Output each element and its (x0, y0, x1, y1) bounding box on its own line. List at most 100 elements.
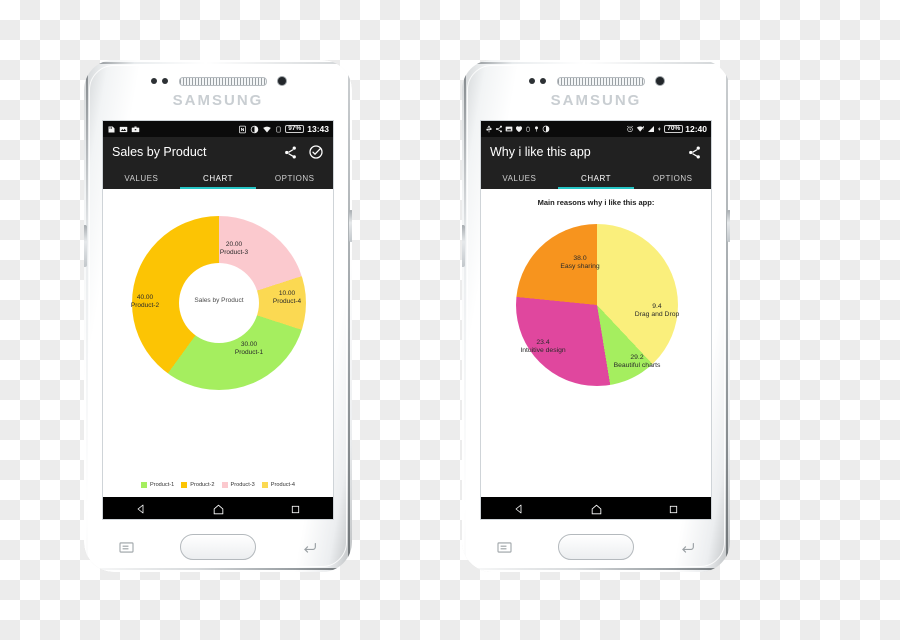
phone-top-hardware (462, 76, 730, 86)
slice-label-product-1: 30.00 Product-1 (215, 341, 283, 357)
slice-label-product-2: 40.00 Product-2 (115, 294, 175, 310)
chart-content: Main reasons why i like this app: 38.0 E… (481, 189, 711, 497)
battery-indicator: 97% (285, 124, 305, 134)
legend-swatch-product-4 (261, 482, 268, 488)
android-nav-bar (103, 497, 333, 519)
tab-options[interactable]: OPTIONS (256, 167, 333, 189)
legend-item-product-2[interactable]: Product-2 (181, 482, 215, 488)
usb-icon (486, 125, 492, 133)
app-bar: Why i like this app (481, 137, 711, 167)
legend-item-product-3[interactable]: Product-3 (221, 482, 255, 488)
brand-logo: SAMSUNG (172, 92, 264, 109)
volume-button[interactable] (462, 225, 465, 267)
back-icon[interactable] (513, 503, 525, 515)
recents-icon[interactable] (668, 504, 679, 515)
phone-left: SAMSUNG 97% 13:43 Sales by Product VALUE… (84, 60, 352, 572)
status-bar: 97% 13:43 (103, 121, 333, 137)
back-icon[interactable] (135, 503, 147, 515)
briefcase-icon (131, 126, 140, 132)
home-button[interactable] (180, 534, 256, 560)
tab-chart[interactable]: CHART (179, 167, 257, 189)
slice-value-easy-sharing: 38.0 (573, 255, 587, 262)
menu-key-icon[interactable] (118, 541, 135, 554)
legend-item-product-1[interactable]: Product-1 (140, 482, 175, 488)
nfc-icon (239, 125, 247, 133)
contrast-icon (250, 125, 259, 133)
home-icon[interactable] (212, 503, 225, 516)
proximity-sensor-icon (150, 78, 157, 84)
android-nav-bar (481, 497, 711, 519)
slice-name-product-3: Product-3 (219, 249, 249, 257)
alarm-icon (627, 125, 634, 132)
proximity-sensor-icon (528, 78, 535, 84)
phone-screen: 70% 12:40 Why i like this app VALUES CHA… (480, 120, 712, 520)
tab-chart[interactable]: CHART (557, 167, 635, 189)
tab-bar: VALUES CHART OPTIONS (481, 167, 711, 189)
earpiece-speaker (178, 76, 267, 86)
phone-screen: 97% 13:43 Sales by Product VALUES CHART … (102, 120, 334, 520)
status-bar-clock: 13:43 (307, 124, 329, 134)
recents-icon[interactable] (290, 504, 301, 515)
tab-chart-label: CHART (581, 173, 611, 183)
status-bar-notifications (485, 125, 626, 133)
legend-swatch-product-3 (221, 482, 228, 488)
sdcard-icon (108, 126, 115, 132)
slice-value-product-1: 30.00 (240, 341, 258, 348)
app-bar: Sales by Product (103, 137, 333, 167)
phone-right: SAMSUNG 70% 12:40 Why i like this app VA… (462, 60, 730, 572)
check-circle-icon[interactable] (308, 144, 324, 160)
volume-button[interactable] (84, 225, 87, 267)
status-bar-system: 97% 13:43 (238, 124, 329, 134)
status-bar-clock: 12:40 (685, 124, 707, 134)
phone-bottom-hardware (84, 534, 352, 560)
slice-label-beautiful-charts: 29.2 Beautiful charts (598, 354, 676, 371)
slice-value-product-3: 20.00 (225, 241, 243, 248)
app-bar-actions (283, 144, 324, 160)
brand-logo: SAMSUNG (550, 92, 642, 109)
heart-icon (515, 126, 523, 132)
status-bar-system: 70% 12:40 (626, 124, 707, 134)
back-key-icon[interactable] (679, 541, 696, 554)
tab-values[interactable]: VALUES (481, 167, 558, 189)
slice-name-easy-sharing: Easy sharing (560, 263, 600, 271)
battery-indicator: 70% (664, 124, 684, 134)
menu-key-icon[interactable] (496, 541, 513, 554)
legend-swatch-product-1 (140, 482, 147, 488)
signal-icon (648, 126, 655, 132)
legend-label-product-1: Product-1 (149, 482, 175, 488)
tab-values-label: VALUES (502, 173, 537, 183)
legend-item-product-4[interactable]: Product-4 (261, 482, 296, 488)
tab-options[interactable]: OPTIONS (634, 167, 711, 189)
home-icon[interactable] (590, 503, 603, 516)
tab-values-label: VALUES (124, 173, 159, 183)
pin-icon (535, 126, 538, 132)
tab-values[interactable]: VALUES (103, 167, 180, 189)
page-title: Sales by Product (112, 145, 207, 159)
legend-label-product-2: Product-2 (190, 482, 215, 488)
tab-options-label: OPTIONS (652, 173, 693, 183)
power-button[interactable] (727, 210, 730, 242)
phone-bottom-hardware (462, 534, 730, 560)
back-key-icon[interactable] (301, 541, 318, 554)
front-camera-icon (655, 77, 664, 85)
tab-options-label: OPTIONS (274, 173, 315, 183)
slice-name-product-4: Product-4 (272, 298, 302, 306)
power-button[interactable] (349, 210, 352, 242)
share-icon (496, 125, 502, 133)
slice-label-drag-and-drop: 9.4 Drag and Drop (621, 303, 693, 320)
contrast-icon (542, 125, 550, 133)
sim-icon (276, 126, 281, 132)
status-bar: 70% 12:40 (481, 121, 711, 137)
slice-name-product-2: Product-2 (130, 302, 160, 310)
legend-label-product-3: Product-3 (230, 482, 255, 488)
charging-icon (658, 126, 661, 132)
chart-content: Sales by Product 20.00 Product-3 10.00 P… (103, 189, 333, 497)
share-icon[interactable] (687, 145, 702, 160)
share-icon[interactable] (283, 145, 298, 160)
legend-label-product-4: Product-4 (270, 482, 296, 488)
status-bar-notifications (107, 125, 238, 134)
slice-value-intuitive-design: 23.4 (536, 339, 550, 346)
slice-name-product-1: Product-1 (234, 349, 264, 357)
home-button[interactable] (558, 534, 634, 560)
slice-name-intuitive-design: Intuitive design (520, 347, 566, 355)
